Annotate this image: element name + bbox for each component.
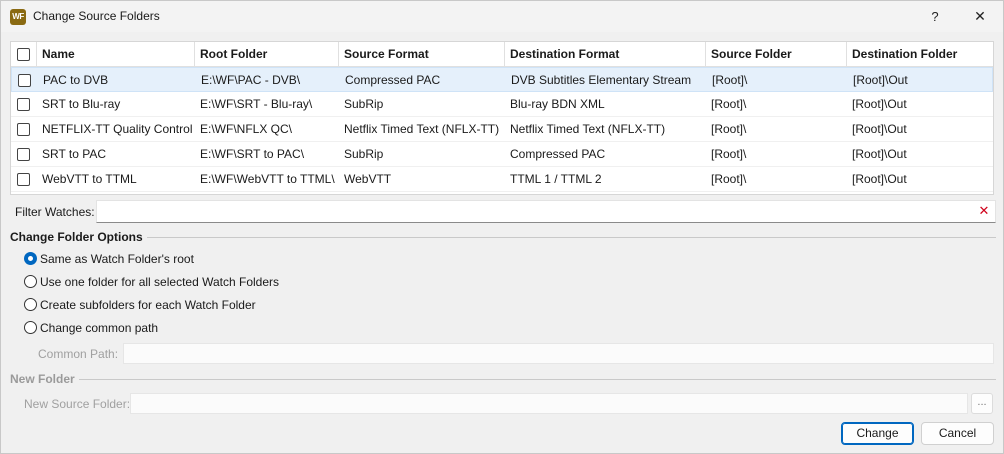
cell-destination-folder: [Root]\Out bbox=[852, 122, 907, 136]
cell-name: PAC to DVB bbox=[43, 73, 109, 87]
group-divider bbox=[10, 237, 996, 238]
cell-root-folder: E:\WF\WebVTT to TTML\ bbox=[200, 172, 335, 186]
column-header-source-folder[interactable]: Source Folder bbox=[706, 42, 847, 67]
change-button[interactable]: Change bbox=[841, 422, 914, 445]
radio-create-subfolders[interactable] bbox=[24, 298, 37, 311]
title-bar: WF Change Source Folders ? ✕ bbox=[1, 1, 1003, 32]
new-folder-title: New Folder bbox=[10, 372, 79, 386]
cell-source-format: WebVTT bbox=[344, 172, 392, 186]
change-folder-options-title: Change Folder Options bbox=[10, 230, 147, 244]
clear-filter-icon[interactable]: ✕ bbox=[976, 203, 992, 219]
common-path-label: Common Path: bbox=[38, 347, 119, 361]
column-header-source-format[interactable]: Source Format bbox=[339, 42, 505, 67]
cell-destination-format: TTML 1 / TTML 2 bbox=[510, 172, 602, 186]
cell-destination-format: DVB Subtitles Elementary Stream bbox=[511, 73, 692, 87]
filter-watches-input[interactable] bbox=[96, 200, 996, 223]
header-select-all-cell bbox=[11, 42, 37, 67]
cell-source-folder: [Root]\ bbox=[711, 147, 747, 161]
cell-source-format: Compressed PAC bbox=[345, 73, 441, 87]
table-row[interactable]: PAC to DVB E:\WF\PAC - DVB\ Compressed P… bbox=[11, 67, 993, 92]
radio-label: Same as Watch Folder's root bbox=[40, 252, 194, 266]
new-source-folder-label: New Source Folder: bbox=[24, 397, 131, 411]
radio-same-as-root[interactable] bbox=[24, 252, 37, 265]
cell-root-folder: E:\WF\SRT to PAC\ bbox=[200, 147, 305, 161]
cell-destination-folder: [Root]\Out bbox=[853, 73, 908, 87]
cell-name: WebVTT to TTML bbox=[42, 172, 137, 186]
app-logo-icon: WF bbox=[10, 9, 26, 25]
dialog-window: WF Change Source Folders ? ✕ Name Root F… bbox=[0, 0, 1004, 454]
filter-row: Filter Watches: ✕ bbox=[10, 200, 996, 224]
cell-root-folder: E:\WF\PAC - DVB\ bbox=[201, 73, 301, 87]
select-all-checkbox[interactable] bbox=[17, 48, 30, 61]
close-icon: ✕ bbox=[974, 8, 986, 24]
row-checkbox[interactable] bbox=[18, 74, 31, 87]
cell-source-folder: [Root]\ bbox=[711, 97, 747, 111]
radio-change-common-path[interactable] bbox=[24, 321, 37, 334]
window-title: Change Source Folders bbox=[33, 9, 160, 23]
row-checkbox[interactable] bbox=[17, 173, 30, 186]
watch-folders-table: Name Root Folder Source Format Destinati… bbox=[10, 41, 994, 195]
cell-destination-folder: [Root]\Out bbox=[852, 172, 907, 186]
row-checkbox[interactable] bbox=[17, 148, 30, 161]
cell-name: SRT to Blu-ray bbox=[42, 97, 121, 111]
cell-destination-folder: [Root]\Out bbox=[852, 147, 907, 161]
radio-label: Change common path bbox=[40, 321, 159, 335]
column-header-destination-format[interactable]: Destination Format bbox=[505, 42, 706, 67]
filter-label: Filter Watches: bbox=[15, 205, 95, 219]
table-row[interactable]: SRT to PAC E:\WF\SRT to PAC\ SubRip Comp… bbox=[11, 142, 993, 167]
table-header: Name Root Folder Source Format Destinati… bbox=[11, 42, 993, 67]
table-row[interactable]: NETFLIX-TT Quality Control E:\WF\NFLX QC… bbox=[11, 117, 993, 142]
cell-root-folder: E:\WF\SRT - Blu-ray\ bbox=[200, 97, 313, 111]
cell-name: SRT to PAC bbox=[42, 147, 107, 161]
cell-root-folder: E:\WF\NFLX QC\ bbox=[200, 122, 293, 136]
cell-destination-format: Netflix Timed Text (NFLX-TT) bbox=[510, 122, 666, 136]
row-checkbox[interactable] bbox=[17, 98, 30, 111]
cell-source-format: SubRip bbox=[344, 97, 384, 111]
radio-one-folder[interactable] bbox=[24, 275, 37, 288]
cell-source-folder: [Root]\ bbox=[711, 122, 747, 136]
cell-source-format: Netflix Timed Text (NFLX-TT) bbox=[344, 122, 500, 136]
cell-destination-format: Blu-ray BDN XML bbox=[510, 97, 605, 111]
cell-source-format: SubRip bbox=[344, 147, 384, 161]
group-divider bbox=[10, 379, 996, 380]
column-header-destination-folder[interactable]: Destination Folder bbox=[847, 42, 993, 67]
browse-button[interactable]: ... bbox=[971, 393, 993, 414]
close-button[interactable]: ✕ bbox=[958, 1, 1002, 32]
row-checkbox[interactable] bbox=[17, 123, 30, 136]
cancel-button[interactable]: Cancel bbox=[921, 422, 994, 445]
cell-source-folder: [Root]\ bbox=[711, 172, 747, 186]
table-row[interactable]: WebVTT to TTML E:\WF\WebVTT to TTML\ Web… bbox=[11, 167, 993, 192]
common-path-input[interactable] bbox=[123, 343, 994, 364]
cell-destination-folder: [Root]\Out bbox=[852, 97, 907, 111]
radio-label: Use one folder for all selected Watch Fo… bbox=[40, 275, 279, 289]
cell-source-folder: [Root]\ bbox=[712, 73, 748, 87]
table-row[interactable]: SRT to Blu-ray E:\WF\SRT - Blu-ray\ SubR… bbox=[11, 92, 993, 117]
help-button[interactable]: ? bbox=[913, 1, 957, 32]
cell-destination-format: Compressed PAC bbox=[510, 147, 606, 161]
column-header-root-folder[interactable]: Root Folder bbox=[195, 42, 339, 67]
radio-label: Create subfolders for each Watch Folder bbox=[40, 298, 256, 312]
new-source-folder-input[interactable] bbox=[130, 393, 968, 414]
column-header-name[interactable]: Name bbox=[37, 42, 195, 67]
cell-name: NETFLIX-TT Quality Control bbox=[42, 122, 193, 136]
